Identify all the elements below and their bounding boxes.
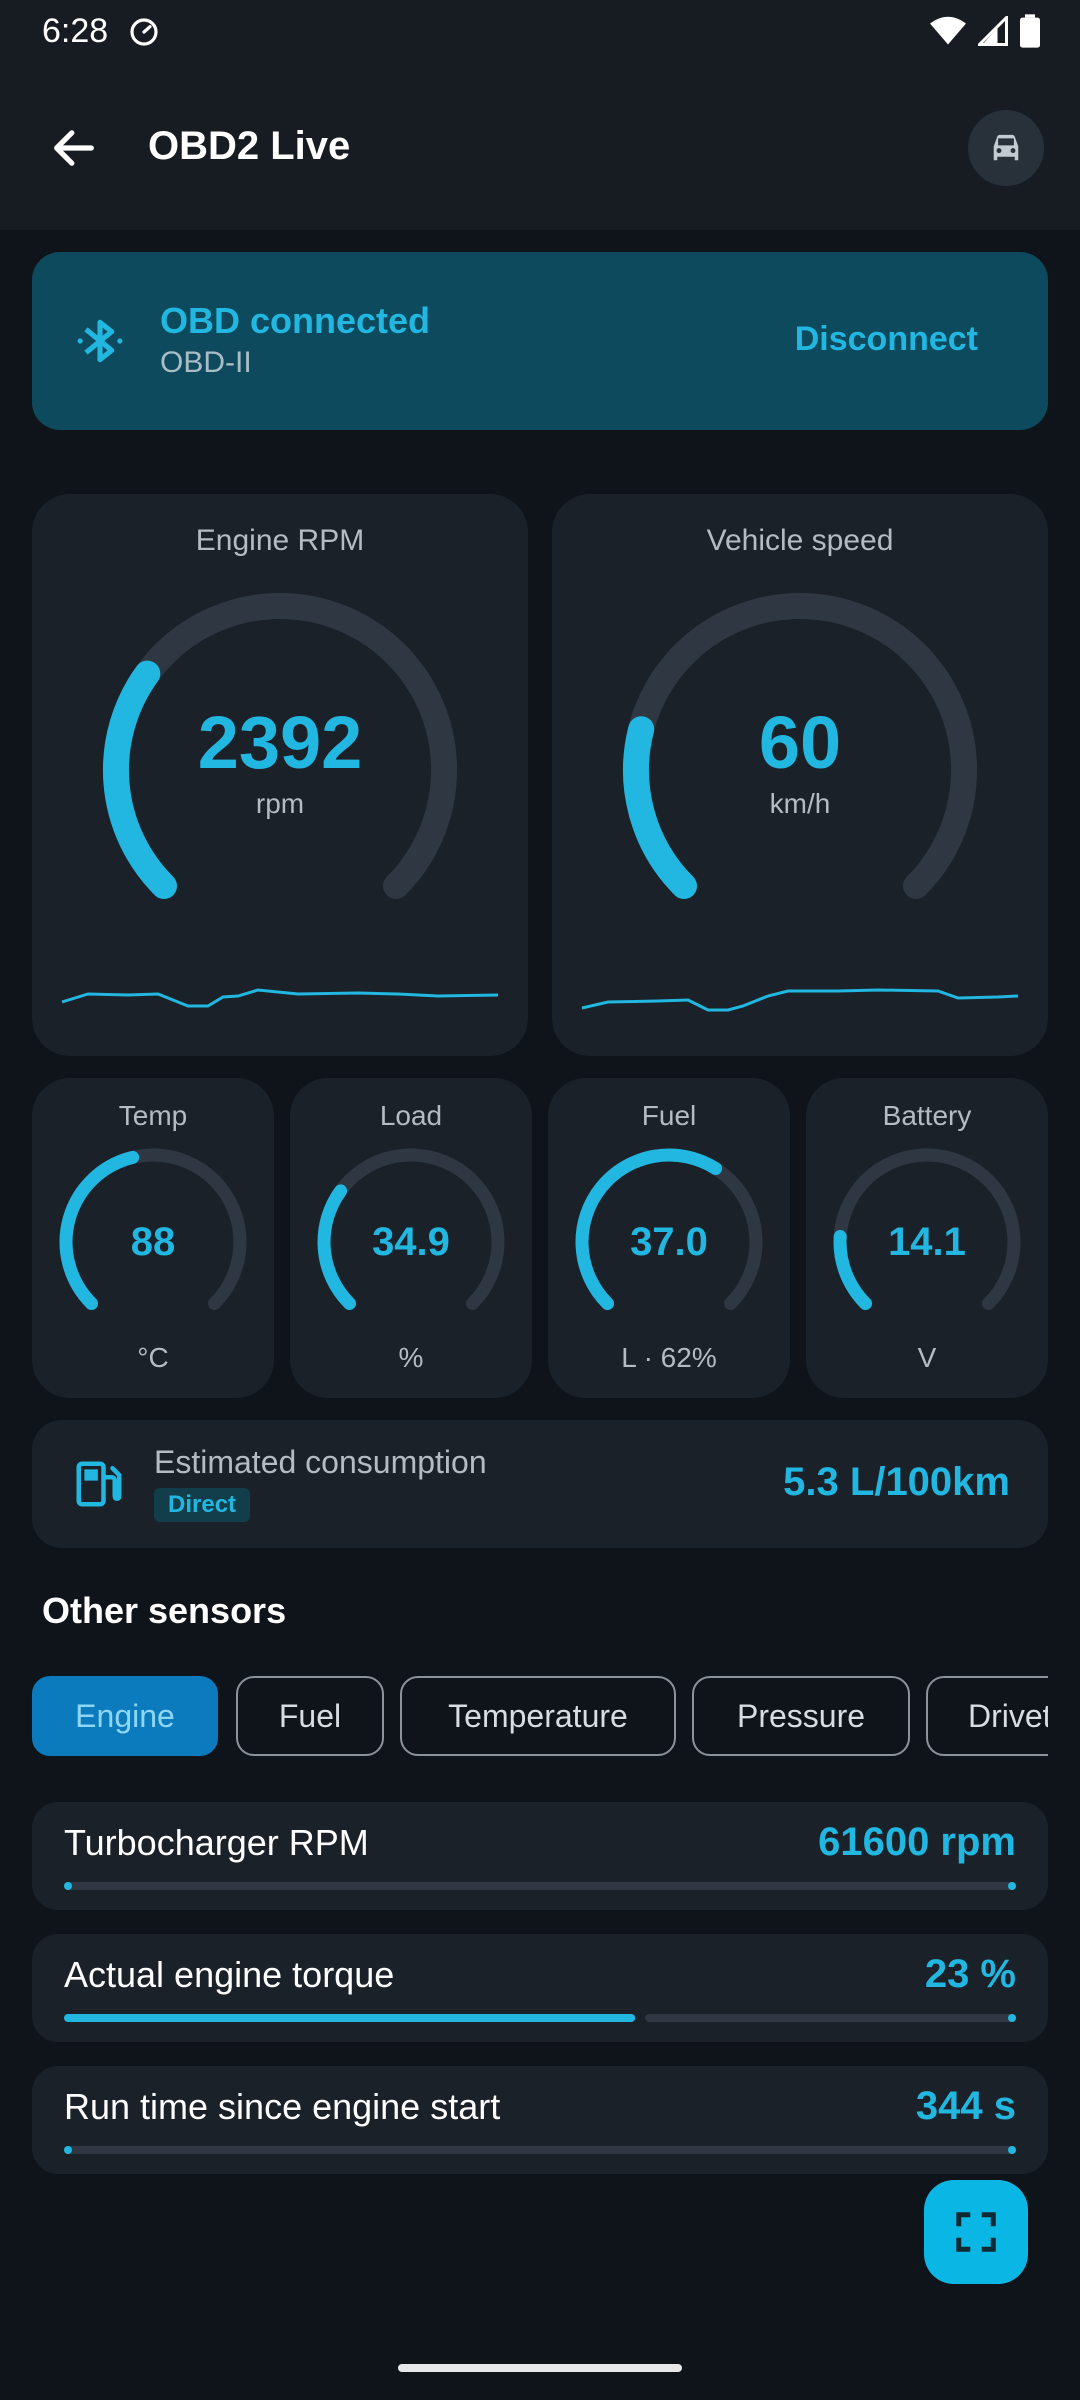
tab-engine[interactable]: Engine bbox=[32, 1676, 218, 1756]
level-end-dot bbox=[1008, 1882, 1016, 1890]
temp-value: 88 bbox=[130, 1220, 176, 1264]
consumption-card: Estimated consumption Direct 5.3 L/100km bbox=[32, 1420, 1048, 1548]
level-end-dot bbox=[1008, 2014, 1016, 2022]
connection-card: OBD connected OBD-II Disconnect bbox=[32, 252, 1048, 430]
speed-unit: km/h bbox=[769, 788, 831, 819]
sensor-level-bar bbox=[64, 2014, 1016, 2022]
load-unit: % bbox=[398, 1342, 424, 1373]
level-fill bbox=[64, 1882, 72, 1890]
vehicle-button[interactable] bbox=[968, 110, 1044, 186]
speed-gauge-title: Vehicle speed bbox=[706, 524, 894, 557]
status-icons bbox=[930, 14, 1040, 48]
rpm-value: 2392 bbox=[197, 701, 363, 784]
consumption-badge: Direct bbox=[154, 1488, 251, 1522]
load-value: 34.9 bbox=[372, 1220, 450, 1264]
battery-value: 14.1 bbox=[888, 1220, 966, 1264]
car-icon bbox=[993, 134, 1019, 161]
rpm-gauge-card: Engine RPM 2392 rpm bbox=[32, 494, 528, 1056]
sensor-value: 23 % bbox=[924, 1952, 1016, 1996]
fuel-value: 37.0 bbox=[630, 1220, 708, 1264]
other-sensors-heading: Other sensors bbox=[42, 1590, 287, 1631]
fuel-gauge-card: Fuel 37.0 L · 62% bbox=[548, 1078, 790, 1398]
battery-gauge-card: Battery 14.1 V bbox=[806, 1078, 1048, 1398]
rpm-unit: rpm bbox=[255, 788, 305, 819]
fuel-unit: L · 62% bbox=[621, 1342, 717, 1373]
speed-gauge-card: Vehicle speed 60 km/h bbox=[552, 494, 1048, 1056]
load-title: Load bbox=[379, 1100, 443, 1131]
speed-sparkline bbox=[581, 988, 1019, 1012]
fullscreen-button[interactable] bbox=[924, 2180, 1028, 2284]
sensor-row[interactable]: Actual engine torque 23 % bbox=[32, 1934, 1048, 2042]
page-title: OBD2 Live bbox=[148, 124, 351, 168]
load-gauge-card: Load 34.9 % bbox=[290, 1078, 532, 1398]
bluetooth-icon bbox=[77, 319, 123, 363]
level-track bbox=[64, 2146, 1016, 2154]
battery-title: Battery bbox=[882, 1100, 972, 1131]
level-end-dot bbox=[1008, 2146, 1016, 2154]
signal-icon bbox=[978, 16, 1008, 46]
sensor-label: Turbocharger RPM bbox=[64, 1822, 369, 1863]
rpm-gauge-title: Engine RPM bbox=[195, 524, 365, 557]
tab-temperature[interactable]: Temperature bbox=[400, 1676, 676, 1756]
home-indicator[interactable] bbox=[398, 2364, 682, 2372]
battery-icon bbox=[1020, 14, 1040, 48]
sensor-row[interactable]: Turbocharger RPM 61600 rpm bbox=[32, 1802, 1048, 1910]
sensor-row[interactable]: Run time since engine start 344 s bbox=[32, 2066, 1048, 2174]
sensor-level-bar bbox=[64, 1882, 1016, 1890]
battery-unit: V bbox=[917, 1342, 937, 1373]
fullscreen-icon bbox=[956, 2212, 996, 2252]
disconnect-button[interactable]: Disconnect bbox=[795, 320, 978, 359]
temp-unit: °C bbox=[137, 1342, 169, 1373]
wifi-icon bbox=[930, 16, 966, 45]
sensor-label: Actual engine torque bbox=[64, 1954, 395, 1995]
sensor-category-tabs: Engine Fuel Temperature Pressure Drivetr… bbox=[32, 1676, 1048, 1760]
sensor-value: 61600 rpm bbox=[818, 1820, 1016, 1864]
temp-title: Temp bbox=[118, 1100, 188, 1131]
sensor-value: 344 s bbox=[915, 2084, 1016, 2128]
level-fill bbox=[64, 2014, 636, 2022]
consumption-value: 5.3 L/100km bbox=[783, 1460, 1010, 1504]
tab-fuel[interactable]: Fuel bbox=[236, 1676, 384, 1756]
sensor-label: Run time since engine start bbox=[64, 2086, 501, 2127]
connection-status: OBD connected bbox=[160, 300, 431, 341]
level-track bbox=[64, 1882, 1016, 1890]
status-bar: 6:28 bbox=[0, 0, 1080, 64]
level-track bbox=[645, 2014, 1016, 2022]
tab-pressure[interactable]: Pressure bbox=[692, 1676, 910, 1756]
connection-protocol: OBD-II bbox=[160, 346, 252, 379]
temp-gauge-card: Temp 88 °C bbox=[32, 1078, 274, 1398]
level-fill bbox=[64, 2146, 72, 2154]
tab-drivetrain[interactable]: Drivetrain bbox=[926, 1676, 1048, 1756]
consumption-label: Estimated consumption bbox=[154, 1444, 487, 1480]
fuel-pump-icon bbox=[76, 1461, 122, 1507]
rpm-sparkline bbox=[61, 988, 499, 1008]
back-arrow-icon[interactable] bbox=[48, 122, 100, 174]
status-time: 6:28 bbox=[42, 12, 109, 50]
fuel-title: Fuel bbox=[641, 1100, 697, 1131]
sensor-level-bar bbox=[64, 2146, 1016, 2154]
speed-value: 60 bbox=[758, 701, 842, 784]
app-bar: OBD2 Live bbox=[0, 64, 1080, 230]
speedometer-icon bbox=[130, 18, 158, 46]
